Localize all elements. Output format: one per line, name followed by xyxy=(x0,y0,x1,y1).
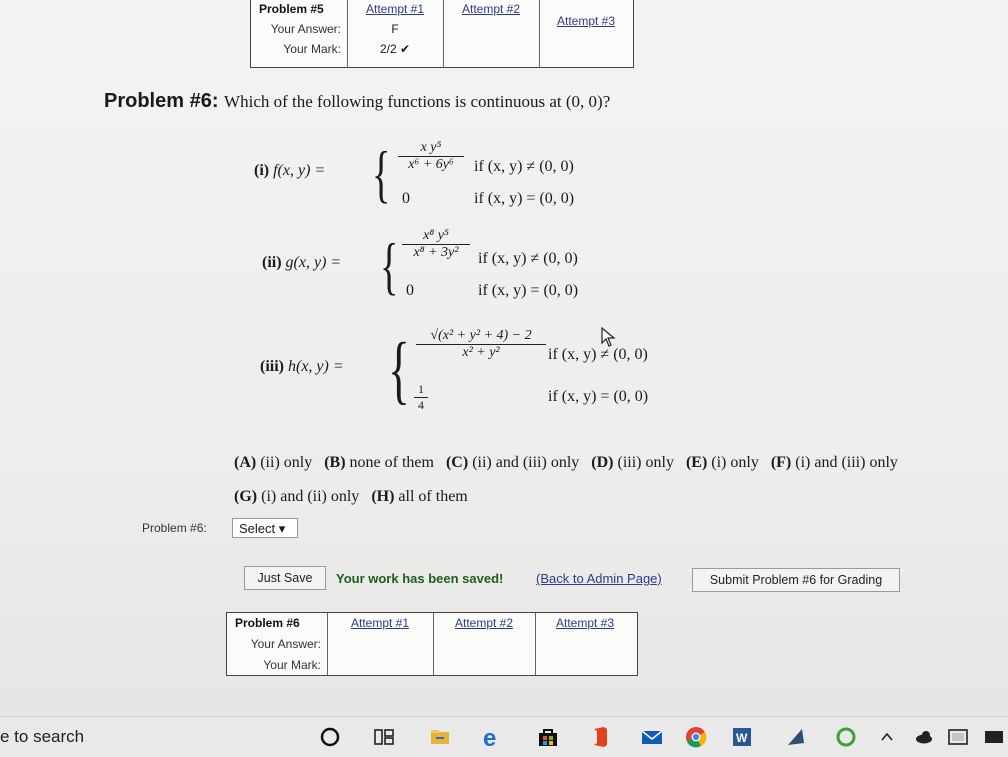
sync-icon[interactable] xyxy=(834,725,858,749)
network-icon[interactable] xyxy=(946,725,970,749)
task-view-icon[interactable] xyxy=(372,725,396,749)
attempt-1-link[interactable]: Attempt #1 xyxy=(327,613,433,633)
problem-6-attempt-table: Problem #6 Attempt #1 Attempt #2 Attempt… xyxy=(226,612,638,676)
store-icon[interactable] xyxy=(536,725,560,749)
chevron-up-icon[interactable] xyxy=(880,725,894,749)
app-icon[interactable] xyxy=(784,725,808,749)
case-2-value: 0 xyxy=(402,190,410,207)
table-header: Problem #6 xyxy=(235,616,300,630)
attempt-1-link[interactable]: Attempt #1 xyxy=(347,0,443,19)
brace: { xyxy=(380,230,399,301)
problem-5-attempt-table: Problem #5 Attempt #1 Attempt #2 Attempt… xyxy=(250,0,634,68)
taskbar-search[interactable]: e to search xyxy=(0,727,84,747)
problem-heading: Problem #6: Which of the following funct… xyxy=(104,90,610,113)
submit-problem-button[interactable]: Submit Problem #6 for Grading xyxy=(692,568,900,592)
problem-question: Which of the following functions is cont… xyxy=(224,92,611,111)
svg-text:W: W xyxy=(736,731,748,745)
case-1: if (x, y) ≠ (0, 0) xyxy=(548,346,648,363)
just-save-button[interactable]: Just Save xyxy=(244,566,326,590)
file-explorer-icon[interactable] xyxy=(428,725,452,749)
back-to-admin-link[interactable]: (Back to Admin Page) xyxy=(536,571,662,586)
fraction: x⁸ y⁵ x⁸ + 3y² xyxy=(402,228,470,261)
taskbar: e to search e W xyxy=(0,716,1008,757)
answer-label: Problem #6: xyxy=(142,521,207,535)
mouse-cursor-icon xyxy=(601,326,616,347)
function-name: g(x, y) = xyxy=(285,254,342,271)
edge-icon[interactable]: e xyxy=(480,725,504,749)
fraction: √(x² + y² + 4) − 2 x² + y² xyxy=(416,328,546,361)
case-2-value: 0 xyxy=(406,282,414,299)
choice-a: (A) (ii) only xyxy=(234,454,313,471)
case-2: if (x, y) = (0, 0) xyxy=(474,190,575,207)
attempt-3-link[interactable]: Attempt #3 xyxy=(535,613,635,633)
attempt-2-link[interactable]: Attempt #2 xyxy=(443,0,539,19)
office-icon[interactable] xyxy=(588,725,612,749)
case-1: if (x, y) ≠ (0, 0) xyxy=(478,250,578,267)
case-2-fraction: 1 4 xyxy=(414,382,428,413)
mark-value: 2/2 ✔ xyxy=(379,42,411,56)
choice-g: (G) (i) and (ii) only xyxy=(234,488,360,505)
function-name: f(x, y) = xyxy=(273,162,326,179)
notification-icon[interactable] xyxy=(982,725,1006,749)
brace: { xyxy=(372,138,391,209)
brace: { xyxy=(388,328,410,412)
your-answer-label: Your Answer: xyxy=(250,637,321,651)
function-label: (ii) xyxy=(262,254,282,271)
saved-message: Your work has been saved! xyxy=(336,571,504,586)
your-mark-label: Your Mark: xyxy=(263,658,321,672)
case-1: if (x, y) ≠ (0, 0) xyxy=(474,158,574,175)
choice-d: (D) (iii) only xyxy=(591,454,674,471)
choice-e: (E) (i) only xyxy=(685,454,759,471)
chrome-icon[interactable] xyxy=(684,725,708,749)
answer-select[interactable]: Select ▾ xyxy=(232,518,298,538)
function-iii: (iii) h(x, y) = { √(x² + y² + 4) − 2 x² … xyxy=(260,326,690,416)
problem-label: Problem #6: xyxy=(104,90,219,112)
your-mark-label: Your Mark: xyxy=(283,42,341,56)
fraction: x y⁵ x⁶ + 6y⁶ xyxy=(398,140,464,173)
function-name: h(x, y) = xyxy=(288,358,344,375)
cortana-icon[interactable] xyxy=(318,725,342,749)
case-2: if (x, y) = (0, 0) xyxy=(478,282,579,299)
onedrive-icon[interactable] xyxy=(912,725,936,749)
svg-text:e: e xyxy=(483,725,496,749)
attempt-2-link[interactable]: Attempt #2 xyxy=(433,613,535,633)
function-i: (i) f(x, y) = { x y⁵ x⁶ + 6y⁶ if (x, y) … xyxy=(254,140,634,214)
answer-choices: (A) (ii) only (B) none of them (C) (ii) … xyxy=(234,446,994,514)
answer-value: F xyxy=(391,22,399,36)
your-answer-label: Your Answer: xyxy=(270,22,341,36)
table-header: Problem #5 xyxy=(259,2,324,16)
word-icon[interactable]: W xyxy=(730,725,754,749)
case-2: if (x, y) = (0, 0) xyxy=(548,388,649,405)
mail-icon[interactable] xyxy=(640,725,664,749)
function-label: (i) xyxy=(254,162,270,179)
function-ii: (ii) g(x, y) = { x⁸ y⁵ x⁸ + 3y² if (x, y… xyxy=(262,228,642,306)
choice-f: (F) (i) and (iii) only xyxy=(770,454,898,471)
function-label: (iii) xyxy=(260,358,284,375)
choice-c: (C) (ii) and (iii) only xyxy=(445,454,580,471)
choice-h: (H) all of them xyxy=(371,488,468,505)
choice-b: (B) none of them xyxy=(324,454,434,471)
